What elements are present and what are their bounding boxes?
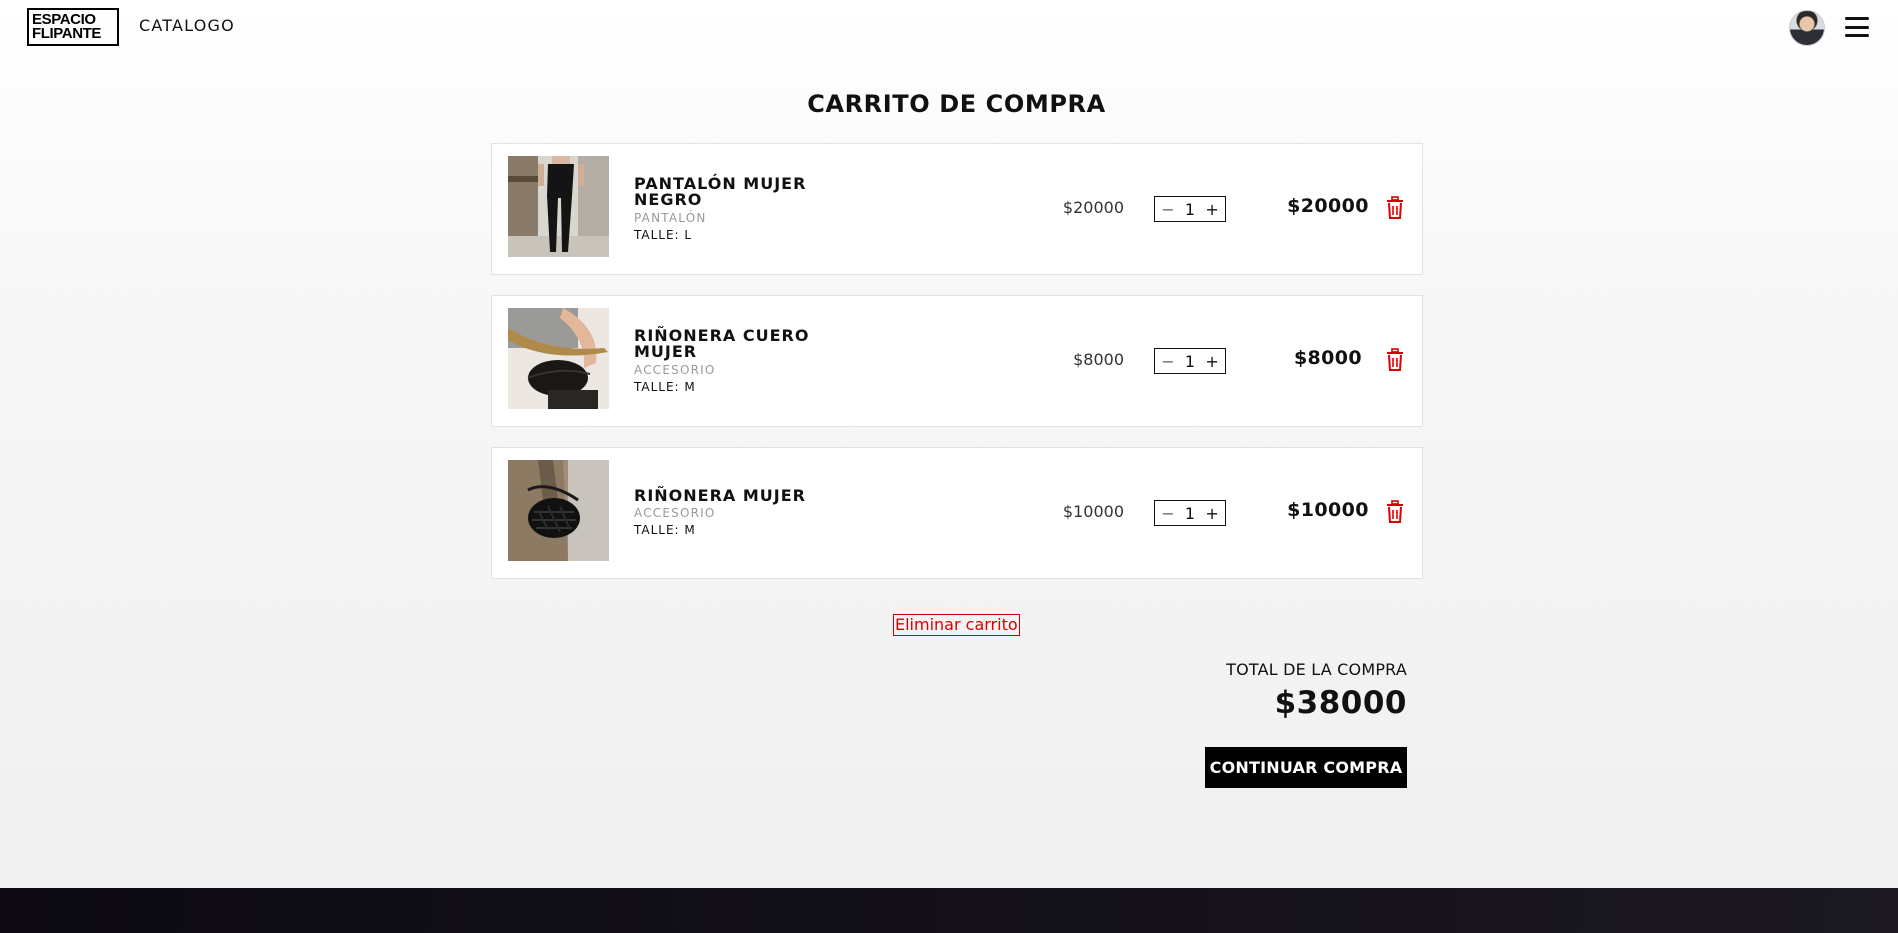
quantity-value: 1 <box>1184 351 1196 371</box>
trash-icon[interactable] <box>1385 196 1405 220</box>
product-category: PANTALÓN <box>634 211 707 225</box>
product-size: TALLE: L <box>634 228 693 242</box>
product-image <box>508 308 609 409</box>
product-size: TALLE: M <box>634 523 696 537</box>
quantity-stepper: − 1 + <box>1154 500 1226 526</box>
product-size: TALLE: M <box>634 380 696 394</box>
hamburger-menu-icon[interactable] <box>1845 17 1869 37</box>
line-total: $10000 <box>1287 499 1369 521</box>
quantity-stepper: − 1 + <box>1154 348 1226 374</box>
quantity-value: 1 <box>1184 503 1196 523</box>
cart-item: RIÑONERA CUERO MUJER ACCESORIO TALLE: M … <box>491 295 1423 427</box>
cart-item: PANTALÓN MUJER NEGRO PANTALÓN TALLE: L $… <box>491 143 1423 275</box>
user-avatar[interactable] <box>1789 10 1825 46</box>
clear-cart-button[interactable]: Eliminar carrito <box>893 614 1020 636</box>
product-meta: ACCESORIO TALLE: M <box>634 505 834 539</box>
cart-item: RIÑONERA MUJER ACCESORIO TALLE: M $10000… <box>491 447 1423 579</box>
increase-quantity-button[interactable]: + <box>1203 200 1221 219</box>
total-label: TOTAL DE LA COMPRA <box>1226 660 1407 679</box>
product-name: RIÑONERA MUJER <box>634 486 806 505</box>
line-total: $20000 <box>1287 195 1369 217</box>
decrease-quantity-button[interactable]: − <box>1159 200 1177 219</box>
quantity-value: 1 <box>1184 199 1196 219</box>
logo-line-2: FLIPANTE <box>32 25 102 42</box>
unit-price: $8000 <box>1073 350 1124 369</box>
quantity-stepper: − 1 + <box>1154 196 1226 222</box>
site-header: ESPACIO FLIPANTE CATALOGO <box>0 0 1898 54</box>
product-meta: PANTALÓN TALLE: L <box>634 210 834 244</box>
trash-icon[interactable] <box>1385 348 1405 372</box>
nav-catalog-link[interactable]: CATALOGO <box>139 16 235 35</box>
product-image <box>508 460 609 561</box>
increase-quantity-button[interactable]: + <box>1203 504 1221 523</box>
trash-icon[interactable] <box>1385 500 1405 524</box>
site-logo[interactable]: ESPACIO FLIPANTE <box>27 8 119 46</box>
increase-quantity-button[interactable]: + <box>1203 352 1221 371</box>
site-footer <box>0 888 1898 933</box>
unit-price: $10000 <box>1062 502 1124 521</box>
product-category: ACCESORIO <box>634 363 716 377</box>
decrease-quantity-button[interactable]: − <box>1159 352 1177 371</box>
product-name: PANTALÓN MUJER NEGRO <box>634 174 807 209</box>
page-title: CARRITO DE COMPRA <box>807 90 1106 118</box>
unit-price: $20000 <box>1062 198 1124 217</box>
product-category: ACCESORIO <box>634 506 716 520</box>
total-value: $38000 <box>1274 685 1407 721</box>
line-total: $8000 <box>1293 347 1363 369</box>
product-meta: ACCESORIO TALLE: M <box>634 362 834 396</box>
checkout-button[interactable]: CONTINUAR COMPRA <box>1205 747 1407 788</box>
product-name: RIÑONERA CUERO MUJER <box>634 326 810 361</box>
product-image <box>508 156 609 257</box>
decrease-quantity-button[interactable]: − <box>1159 504 1177 523</box>
